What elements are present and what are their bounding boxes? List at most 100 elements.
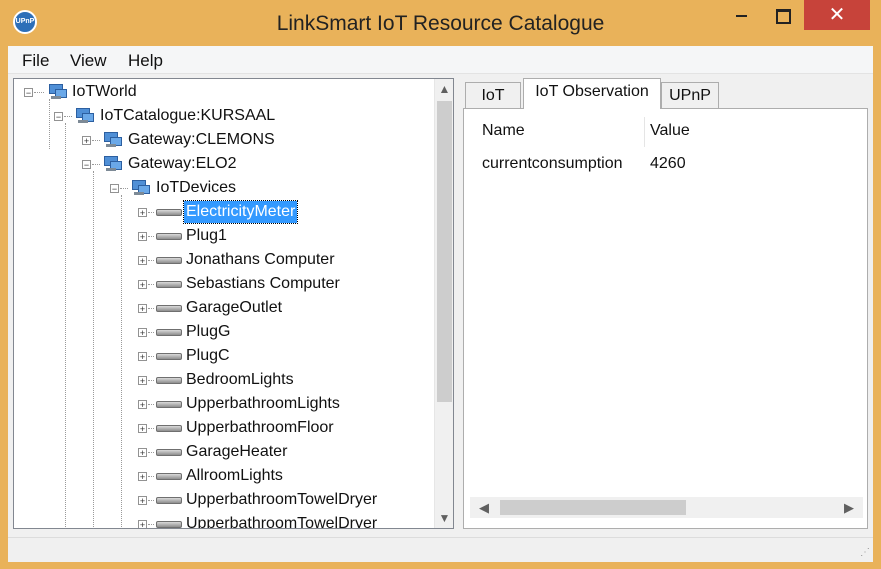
scroll-thumb[interactable] [500, 500, 686, 515]
tree-node-device[interactable]: + GarageHeater [14, 441, 434, 463]
expand-icon[interactable]: + [138, 304, 147, 314]
tree-node-iotworld[interactable]: − IoTWorld [14, 81, 434, 103]
tab-upnp[interactable]: UPnP [661, 82, 719, 108]
collapse-icon[interactable]: − [110, 184, 119, 194]
scroll-down-arrow-icon[interactable]: ▼ [435, 508, 453, 528]
tree-node-label: Plug1 [186, 227, 227, 244]
tree-node-gateway-elo2[interactable]: − Gateway:ELO2 [14, 153, 434, 175]
column-header-value[interactable]: Value [650, 115, 690, 147]
tree-node-device[interactable]: + PlugG [14, 321, 434, 343]
expand-icon[interactable]: + [138, 232, 147, 242]
network-icon [130, 180, 150, 196]
tree-connector [148, 284, 154, 285]
resize-grip-icon[interactable]: ⋰ [858, 547, 870, 559]
close-button[interactable]: ✕ [804, 0, 870, 30]
expand-icon[interactable]: + [138, 496, 147, 506]
tree-node-catalogue[interactable]: − IoTCatalogue:KURSAAL [14, 105, 434, 127]
tree-connector [148, 356, 154, 357]
menu-help[interactable]: Help [128, 51, 163, 71]
expand-icon[interactable]: + [138, 256, 147, 266]
device-icon [156, 348, 182, 364]
tree-node-label: UpperbathroomTowelDryer [186, 515, 378, 529]
tree-node-label-selected: ElectricityMeter [182, 200, 299, 224]
tree-connector [148, 500, 154, 501]
tree-connector [34, 92, 44, 93]
device-icon [156, 444, 182, 460]
tree-node-device[interactable]: + PlugC [14, 345, 434, 367]
tree-node-iotdevices[interactable]: − IoTDevices [14, 177, 434, 199]
tree-node-label: Sebastians Computer [186, 275, 340, 292]
tree-connector [148, 452, 154, 453]
list-horizontal-scrollbar[interactable]: ◀ ▶ [470, 497, 863, 518]
device-icon [156, 516, 182, 528]
tree-connector [148, 380, 154, 381]
expand-icon[interactable]: + [138, 352, 147, 362]
tab-iot[interactable]: IoT [465, 82, 521, 108]
tree-node-device[interactable]: + UpperbathroomTowelDryer [14, 489, 434, 511]
app-window: UPnP LinkSmart IoT Resource Catalogue ✕ … [0, 0, 881, 569]
scroll-up-arrow-icon[interactable]: ▲ [435, 79, 453, 99]
minimize-button[interactable] [720, 0, 762, 30]
expand-icon[interactable]: + [138, 400, 147, 410]
tree-node-label: Gateway:CLEMONS [128, 131, 275, 148]
scroll-thumb[interactable] [437, 101, 452, 402]
tree-node-device[interactable]: + ElectricityMeter [14, 200, 434, 224]
tree-connector [120, 188, 128, 189]
tree-connector [148, 236, 154, 237]
tree-node-label: GarageHeater [186, 443, 288, 460]
expand-icon[interactable]: + [138, 376, 147, 386]
expand-icon[interactable]: + [138, 520, 147, 528]
tree-node-device[interactable]: + UpperbathroomTowelDryer [14, 513, 434, 529]
expand-icon[interactable]: + [138, 328, 147, 338]
collapse-icon[interactable]: − [82, 160, 91, 170]
tree-vertical-scrollbar[interactable]: ▲ ▼ [434, 79, 453, 528]
tree-connector [92, 164, 100, 165]
tree-node-device[interactable]: + BedroomLights [14, 369, 434, 391]
tree-connector [148, 476, 154, 477]
tree-node-device[interactable]: + GarageOutlet [14, 297, 434, 319]
network-icon [74, 108, 94, 124]
collapse-icon[interactable]: − [24, 88, 33, 98]
maximize-button[interactable] [762, 0, 804, 30]
observation-list[interactable]: Name Value currentconsumption 4260 ◀ ▶ [470, 115, 863, 524]
tree-node-device[interactable]: + Sebastians Computer [14, 273, 434, 295]
device-icon [156, 228, 182, 244]
scroll-right-arrow-icon[interactable]: ▶ [839, 497, 859, 518]
tree-connector [148, 404, 154, 405]
expand-icon[interactable]: + [138, 424, 147, 434]
tree-node-device[interactable]: + Plug1 [14, 225, 434, 247]
device-icon [156, 252, 182, 268]
tree-connector [64, 116, 72, 117]
expand-icon[interactable]: + [138, 448, 147, 458]
expand-icon[interactable]: + [138, 280, 147, 290]
tree-node-label: AllroomLights [186, 467, 283, 484]
resource-tree[interactable]: − IoTWorld − IoTCatalogue:KURSAAL + Gate… [13, 78, 454, 529]
tree-node-device[interactable]: + AllroomLights [14, 465, 434, 487]
expand-icon[interactable]: + [138, 472, 147, 482]
tab-iot-observation[interactable]: IoT Observation [523, 78, 661, 109]
title-bar: UPnP LinkSmart IoT Resource Catalogue ✕ [0, 0, 881, 46]
observation-name-cell: currentconsumption [482, 155, 623, 172]
tree-node-label: BedroomLights [186, 371, 294, 388]
expand-icon[interactable]: + [138, 208, 147, 218]
column-divider[interactable] [644, 117, 645, 147]
device-icon [156, 372, 182, 388]
column-header-name[interactable]: Name [482, 115, 525, 147]
expand-icon[interactable]: + [82, 136, 91, 146]
collapse-icon[interactable]: − [54, 112, 63, 122]
tree-node-label: Gateway:ELO2 [128, 155, 237, 172]
maximize-icon [775, 8, 791, 24]
status-bar: ⋰ [8, 537, 873, 562]
tree-node-label: IoTDevices [156, 179, 237, 196]
tree-node-device[interactable]: + Jonathans Computer [14, 249, 434, 271]
tree-connector [148, 212, 154, 213]
menu-view[interactable]: View [70, 51, 107, 71]
network-icon [102, 132, 122, 148]
tree-node-device[interactable]: + UpperbathroomFloor [14, 417, 434, 439]
tree-node-gateway-clemons[interactable]: + Gateway:CLEMONS [14, 129, 434, 151]
scroll-left-arrow-icon[interactable]: ◀ [474, 497, 494, 518]
menu-file[interactable]: File [22, 51, 49, 71]
tree-node-label: GarageOutlet [186, 299, 283, 316]
device-icon [156, 420, 182, 436]
tree-node-device[interactable]: + UpperbathroomLights [14, 393, 434, 415]
